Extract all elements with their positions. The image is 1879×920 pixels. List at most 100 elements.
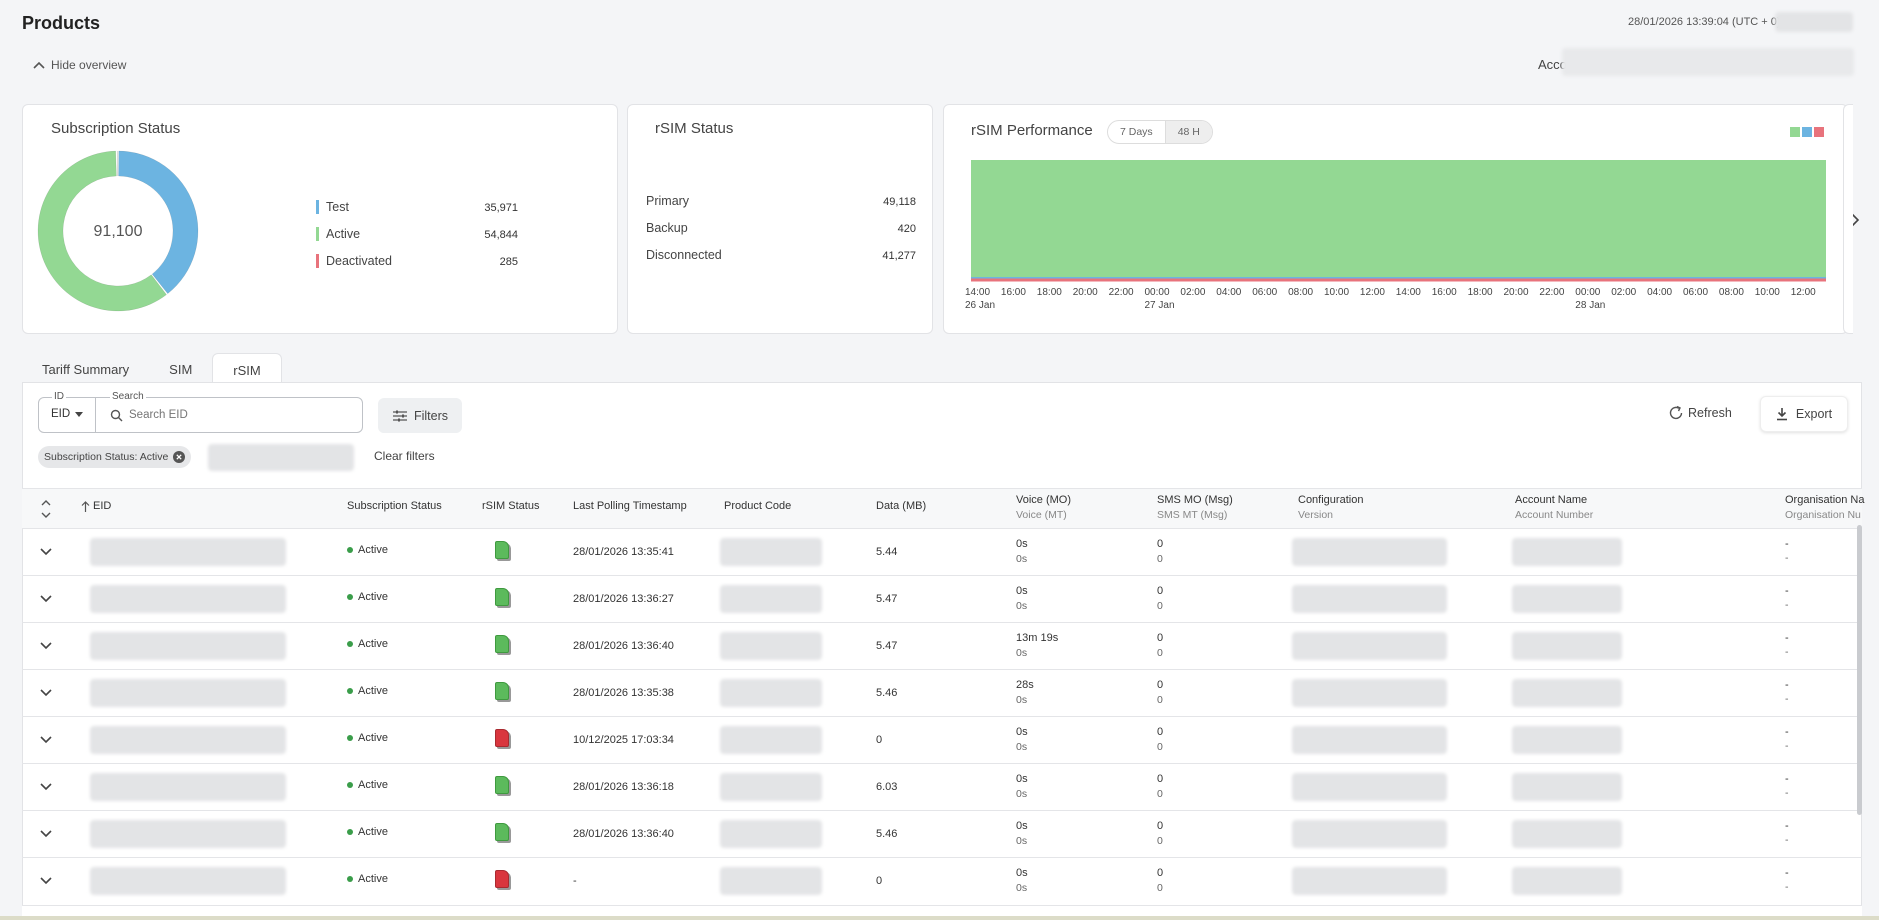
product-code-redacted [720, 538, 822, 566]
range-48-h[interactable]: 48 H [1164, 121, 1212, 143]
configuration-redacted [1292, 726, 1447, 754]
export-button[interactable]: Export [1760, 396, 1848, 432]
last-polling-timestamp: 28/01/2026 13:35:38 [573, 687, 674, 699]
column-header-product-code[interactable]: Product Code [724, 500, 791, 512]
time-tick-label: 14:00 [965, 287, 991, 298]
hide-overview-toggle[interactable]: Hide overview [33, 58, 126, 72]
column-header-organisation-na[interactable]: Organisation Na [1785, 494, 1865, 506]
column-subheader: Account Number [1515, 509, 1594, 521]
configuration-redacted [1292, 820, 1447, 848]
column-header-eid[interactable]: EID [93, 500, 111, 512]
voice-mo: 0s [1016, 820, 1028, 832]
sms-mo: 0 [1157, 585, 1164, 597]
time-tick-label: 08:00 [1718, 287, 1744, 298]
performance-legend-swatch[interactable] [1814, 127, 1824, 137]
id-type-select[interactable]: EID [51, 408, 84, 420]
eid-redacted[interactable] [90, 538, 286, 566]
expand-row-icon[interactable] [40, 830, 52, 838]
account-name-redacted [1512, 538, 1622, 566]
column-header-data-mb-[interactable]: Data (MB) [876, 500, 926, 512]
additional-filter-chip[interactable] [208, 444, 354, 471]
expand-row-icon[interactable] [40, 736, 52, 744]
performance-legend-swatch[interactable] [1790, 127, 1800, 137]
expand-row-icon[interactable] [40, 877, 52, 885]
timezone-selector[interactable] [1775, 12, 1853, 32]
organisation-number: - [1785, 834, 1789, 846]
voice-mo: 13m 19s [1016, 632, 1059, 644]
column-header-subscription-status[interactable]: Subscription Status [347, 500, 442, 512]
expand-row-icon[interactable] [40, 595, 52, 603]
column-subheader: Voice (MT) [1016, 509, 1067, 521]
status-text: Active [358, 732, 388, 744]
clear-filters-link[interactable]: Clear filters [374, 449, 435, 463]
range-7-days[interactable]: 7 Days [1108, 121, 1165, 143]
time-tick-label: 16:00 [1431, 287, 1457, 298]
sms-mo: 0 [1157, 726, 1164, 738]
rsim-status-value: 420 [897, 223, 916, 235]
page-title: Products [22, 13, 101, 33]
hide-overview-label: Hide overview [51, 58, 127, 72]
data-mb: 5.44 [876, 546, 898, 558]
table-scrollbar[interactable] [1857, 525, 1862, 815]
column-subheader: Organisation Nu [1785, 509, 1861, 521]
column-header-voice-mo-[interactable]: Voice (MO) [1016, 494, 1071, 506]
performance-legend [1790, 127, 1824, 137]
expand-row-icon[interactable] [40, 548, 52, 556]
area-disconnected [971, 278, 1826, 282]
last-polling-timestamp: 28/01/2026 13:36:27 [573, 593, 674, 605]
eid-redacted[interactable] [90, 867, 286, 895]
status-dot [347, 735, 353, 742]
last-polling-timestamp: 10/12/2025 17:03:34 [573, 734, 674, 746]
performance-legend-swatch[interactable] [1802, 127, 1812, 137]
eid-redacted[interactable] [90, 773, 286, 801]
rsim-status-icon [495, 635, 509, 653]
account-name-redacted [1512, 726, 1622, 754]
subscription-status-cell: Active [347, 591, 388, 603]
time-tick-label: 22:00 [1539, 287, 1565, 298]
eid-redacted[interactable] [90, 679, 286, 707]
column-header-last-polling-timestamp[interactable]: Last Polling Timestamp [573, 500, 687, 512]
voice-mt: 0s [1016, 741, 1028, 753]
expand-row-icon[interactable] [40, 783, 52, 791]
time-tick-label: 02:00 [1180, 287, 1206, 298]
voice-mo: 0s [1016, 538, 1028, 550]
subscription-status-cell: Active [347, 544, 388, 556]
sort-ascending-icon[interactable] [81, 501, 90, 513]
eid-redacted[interactable] [90, 726, 286, 754]
last-polling-timestamp: 28/01/2026 13:36:18 [573, 781, 674, 793]
last-polling-timestamp: 28/01/2026 13:35:41 [573, 546, 674, 558]
column-header-account-name[interactable]: Account Name [1515, 494, 1587, 506]
status-dot [347, 688, 353, 695]
sort-toggle-icon[interactable] [41, 499, 51, 519]
status-text: Active [358, 873, 388, 885]
sms-mt: 0 [1157, 694, 1163, 706]
eid-redacted[interactable] [90, 820, 286, 848]
status-text: Active [358, 638, 388, 650]
eid-redacted[interactable] [90, 632, 286, 660]
rsim-status-icon [495, 870, 509, 888]
status-dot [347, 876, 353, 883]
subscription-status-cell: Active [347, 732, 388, 744]
column-header-sms-mo-msg-[interactable]: SMS MO (Msg) [1157, 494, 1233, 506]
column-header-configuration[interactable]: Configuration [1298, 494, 1363, 506]
status-text: Active [358, 544, 388, 556]
organisation-name: - [1785, 820, 1789, 832]
column-header-rsim-status[interactable]: rSIM Status [482, 500, 539, 512]
performance-range-toggle: 7 Days 48 H [1107, 120, 1213, 144]
remove-filter-icon[interactable] [173, 451, 186, 463]
refresh-button[interactable]: Refresh [1668, 405, 1732, 421]
subscription-status-title: Subscription Status [51, 120, 181, 137]
expand-row-icon[interactable] [40, 689, 52, 697]
status-text: Active [358, 779, 388, 791]
filters-button[interactable]: Filters [378, 398, 462, 433]
eid-redacted[interactable] [90, 585, 286, 613]
account-select[interactable] [1562, 48, 1854, 76]
sms-mo: 0 [1157, 773, 1164, 785]
search-input[interactable] [129, 405, 349, 425]
data-mb: 0 [876, 734, 883, 746]
product-code-redacted [720, 867, 822, 895]
expand-row-icon[interactable] [40, 642, 52, 650]
status-dot [347, 641, 353, 648]
account-name-redacted [1512, 820, 1622, 848]
time-tick-label: 04:00 [1216, 287, 1242, 298]
